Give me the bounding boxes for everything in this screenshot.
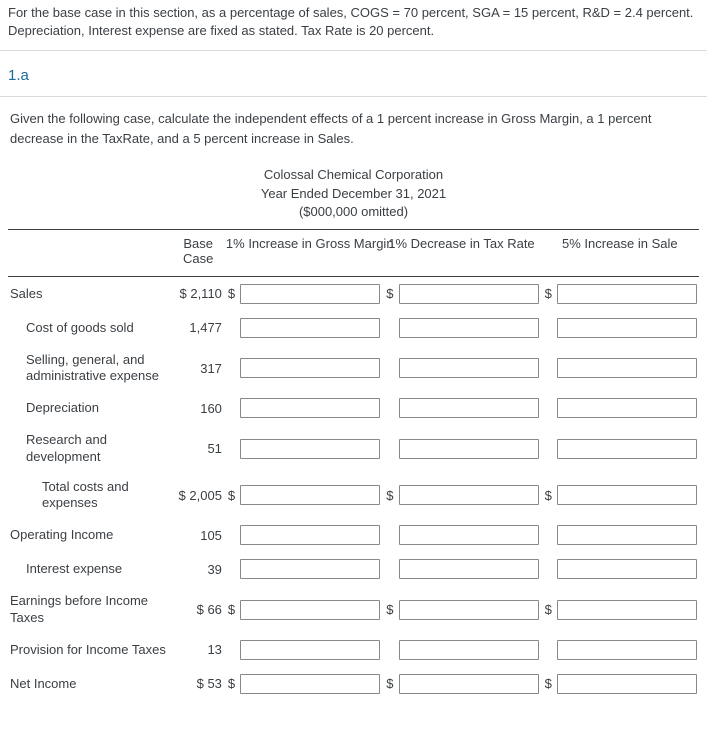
row-label-total: Total costs and expenses bbox=[8, 472, 173, 519]
dollar-sign: $ bbox=[545, 676, 552, 691]
row-label-ebt: Earnings before Income Taxes bbox=[8, 586, 173, 633]
input-net-si[interactable] bbox=[557, 674, 697, 694]
dollar-sign: $ bbox=[228, 488, 235, 503]
input-rnd-si[interactable] bbox=[557, 439, 697, 459]
input-tax-tax[interactable] bbox=[399, 640, 539, 660]
input-net-tax[interactable] bbox=[399, 674, 539, 694]
input-total-tax[interactable] bbox=[399, 485, 539, 505]
input-dep-gm[interactable] bbox=[240, 398, 380, 418]
input-sga-si[interactable] bbox=[557, 358, 697, 378]
input-ebt-tax[interactable] bbox=[399, 600, 539, 620]
base-rnd: 51 bbox=[173, 425, 224, 472]
section-link[interactable]: 1.a bbox=[8, 67, 29, 84]
input-opinc-si[interactable] bbox=[557, 525, 697, 545]
table-row: Research and development 51 bbox=[8, 425, 699, 472]
base-dep: 160 bbox=[173, 391, 224, 425]
row-label-cogs: Cost of goods sold bbox=[8, 311, 173, 345]
dollar-sign: $ bbox=[545, 488, 552, 503]
income-statement-table: Base Case 1% Increase in Gross Margin 1%… bbox=[8, 229, 699, 701]
input-cogs-tax[interactable] bbox=[399, 318, 539, 338]
table-row: Selling, general, and administrative exp… bbox=[8, 345, 699, 392]
base-opinc: 105 bbox=[173, 518, 224, 552]
col-header-sales-inc: 5% Increase in Sale bbox=[541, 229, 699, 276]
base-sales: $ 2,110 bbox=[173, 276, 224, 311]
report-title-line2: Year Ended December 31, 2021 bbox=[0, 185, 707, 203]
dollar-sign: $ bbox=[228, 286, 235, 301]
question-prompt: Given the following case, calculate the … bbox=[0, 97, 707, 166]
input-opinc-tax[interactable] bbox=[399, 525, 539, 545]
dollar-sign: $ bbox=[386, 488, 393, 503]
dollar-sign: $ bbox=[228, 602, 235, 617]
row-label-tax: Provision for Income Taxes bbox=[8, 633, 173, 667]
row-label-net: Net Income bbox=[8, 667, 173, 701]
row-label-opinc: Operating Income bbox=[8, 518, 173, 552]
input-sales-gm[interactable] bbox=[240, 284, 380, 304]
row-label-sales: Sales bbox=[8, 276, 173, 311]
input-net-gm[interactable] bbox=[240, 674, 380, 694]
table-row: Provision for Income Taxes 13 bbox=[8, 633, 699, 667]
input-total-gm[interactable] bbox=[240, 485, 380, 505]
row-label-rnd: Research and development bbox=[8, 425, 173, 472]
base-net: $ 53 bbox=[173, 667, 224, 701]
base-tax: 13 bbox=[173, 633, 224, 667]
preamble-text: For the base case in this section, as a … bbox=[0, 0, 707, 50]
input-sga-tax[interactable] bbox=[399, 358, 539, 378]
table-row: Operating Income 105 bbox=[8, 518, 699, 552]
base-sga: 317 bbox=[173, 345, 224, 392]
input-intexp-tax[interactable] bbox=[399, 559, 539, 579]
table-row: Depreciation 160 bbox=[8, 391, 699, 425]
dollar-sign: $ bbox=[386, 286, 393, 301]
col-header-tax-rate: 1% Decrease in Tax Rate bbox=[382, 229, 540, 276]
table-row: Cost of goods sold 1,477 bbox=[8, 311, 699, 345]
input-ebt-si[interactable] bbox=[557, 600, 697, 620]
input-intexp-gm[interactable] bbox=[240, 559, 380, 579]
input-sga-gm[interactable] bbox=[240, 358, 380, 378]
input-cogs-si[interactable] bbox=[557, 318, 697, 338]
base-ebt: $ 66 bbox=[173, 586, 224, 633]
table-row: Net Income $ 53 $ $ $ bbox=[8, 667, 699, 701]
input-sales-si[interactable] bbox=[557, 284, 697, 304]
table-row: Total costs and expenses $ 2,005 $ $ $ bbox=[8, 472, 699, 519]
input-total-si[interactable] bbox=[557, 485, 697, 505]
row-label-sga: Selling, general, and administrative exp… bbox=[8, 345, 173, 392]
input-dep-tax[interactable] bbox=[399, 398, 539, 418]
table-row: Interest expense 39 bbox=[8, 552, 699, 586]
base-cogs: 1,477 bbox=[173, 311, 224, 345]
base-intexp: 39 bbox=[173, 552, 224, 586]
dollar-sign: $ bbox=[386, 602, 393, 617]
col-header-base: Base Case bbox=[173, 229, 224, 276]
dollar-sign: $ bbox=[545, 602, 552, 617]
report-title-line3: ($000,000 omitted) bbox=[0, 203, 707, 221]
input-tax-si[interactable] bbox=[557, 640, 697, 660]
input-ebt-gm[interactable] bbox=[240, 600, 380, 620]
input-sales-tax[interactable] bbox=[399, 284, 539, 304]
input-rnd-tax[interactable] bbox=[399, 439, 539, 459]
base-total: $ 2,005 bbox=[173, 472, 224, 519]
input-tax-gm[interactable] bbox=[240, 640, 380, 660]
input-rnd-gm[interactable] bbox=[240, 439, 380, 459]
dollar-sign: $ bbox=[386, 676, 393, 691]
dollar-sign: $ bbox=[545, 286, 552, 301]
table-row: Earnings before Income Taxes $ 66 $ $ $ bbox=[8, 586, 699, 633]
col-header-gross-margin: 1% Increase in Gross Margin bbox=[224, 229, 382, 276]
input-intexp-si[interactable] bbox=[557, 559, 697, 579]
row-label-dep: Depreciation bbox=[8, 391, 173, 425]
table-row: Sales $ 2,110 $ $ $ bbox=[8, 276, 699, 311]
dollar-sign: $ bbox=[228, 676, 235, 691]
input-cogs-gm[interactable] bbox=[240, 318, 380, 338]
report-title-line1: Colossal Chemical Corporation bbox=[0, 166, 707, 184]
input-opinc-gm[interactable] bbox=[240, 525, 380, 545]
row-label-intexp: Interest expense bbox=[8, 552, 173, 586]
input-dep-si[interactable] bbox=[557, 398, 697, 418]
